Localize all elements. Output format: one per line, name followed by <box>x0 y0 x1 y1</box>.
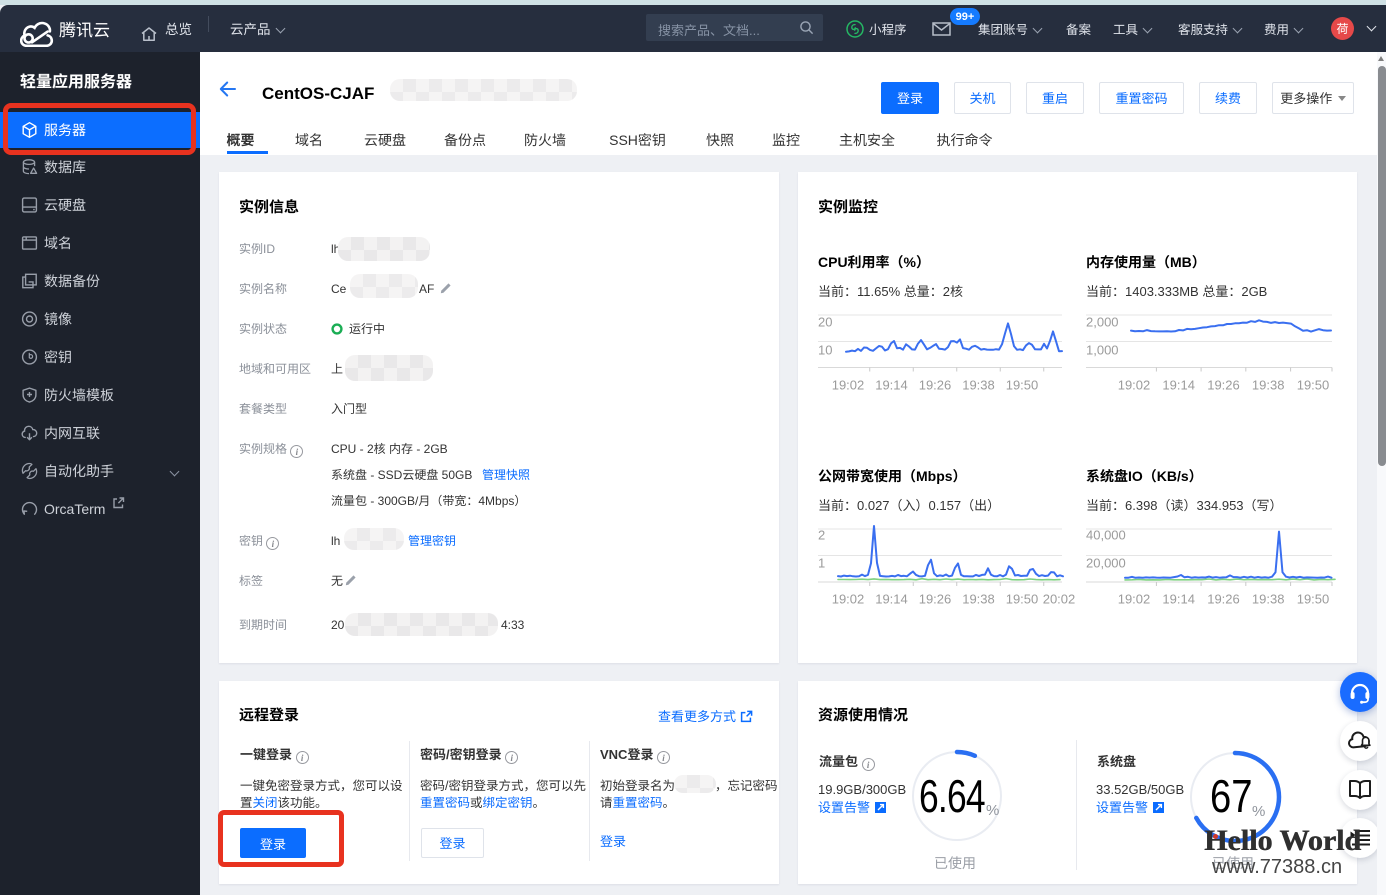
svg-text:2: 2 <box>818 528 825 543</box>
svg-text:19:38: 19:38 <box>1252 592 1285 607</box>
svg-text:19:02: 19:02 <box>1118 378 1151 393</box>
svg-text:19:38: 19:38 <box>962 378 995 393</box>
svg-text:19:50: 19:50 <box>1006 592 1039 607</box>
svg-text:1: 1 <box>818 556 825 571</box>
svg-text:1,000: 1,000 <box>1086 343 1119 358</box>
svg-text:19:26: 19:26 <box>919 378 952 393</box>
svg-text:19:14: 19:14 <box>1162 378 1195 393</box>
svg-text:19:14: 19:14 <box>875 378 908 393</box>
svg-text:19:26: 19:26 <box>919 592 952 607</box>
svg-text:19:50: 19:50 <box>1006 378 1039 393</box>
svg-text:19:38: 19:38 <box>1252 378 1285 393</box>
svg-text:19:26: 19:26 <box>1207 592 1240 607</box>
svg-text:2,000: 2,000 <box>1086 315 1119 330</box>
svg-text:19:14: 19:14 <box>1162 592 1195 607</box>
svg-text:19:02: 19:02 <box>832 378 865 393</box>
svg-text:19:02: 19:02 <box>1118 592 1151 607</box>
svg-text:19:50: 19:50 <box>1297 378 1330 393</box>
svg-text:19:02: 19:02 <box>832 592 865 607</box>
svg-text:20: 20 <box>818 315 832 330</box>
svg-text:20:02: 20:02 <box>1043 592 1076 607</box>
svg-text:20,000: 20,000 <box>1086 556 1126 571</box>
svg-text:19:50: 19:50 <box>1297 592 1330 607</box>
svg-text:19:14: 19:14 <box>875 592 908 607</box>
svg-text:10: 10 <box>818 343 832 358</box>
svg-text:19:38: 19:38 <box>962 592 995 607</box>
svg-text:19:26: 19:26 <box>1207 378 1240 393</box>
svg-text:40,000: 40,000 <box>1086 528 1126 543</box>
